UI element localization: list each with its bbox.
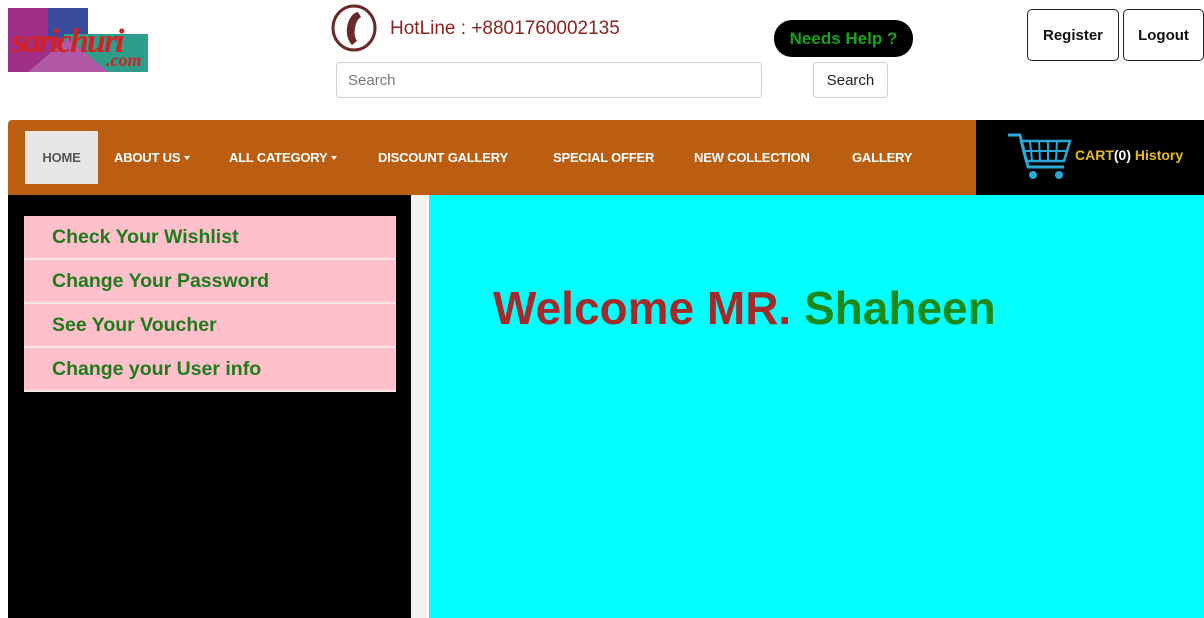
- sidebar: Check Your Wishlist Change Your Password…: [8, 195, 411, 618]
- welcome-prefix: Welcome MR.: [493, 282, 792, 334]
- nav-special-offer[interactable]: SPECIAL OFFER: [553, 131, 654, 184]
- svg-text:.com: .com: [106, 50, 142, 70]
- needs-help-button[interactable]: Needs Help ?: [774, 20, 913, 57]
- search-input[interactable]: [336, 62, 762, 98]
- main-navbar: HOME ABOUT US ALL CATEGORY DISCOUNT GALL…: [8, 120, 976, 195]
- sidebar-item-label: See Your Voucher: [52, 313, 217, 336]
- logo[interactable]: sarichuri .com: [8, 8, 148, 72]
- sidebar-item-wishlist[interactable]: Check Your Wishlist: [24, 216, 396, 260]
- welcome-user-name: Shaheen: [804, 282, 996, 334]
- register-button[interactable]: Register: [1027, 9, 1119, 61]
- nav-new-collection[interactable]: NEW COLLECTION: [694, 131, 810, 184]
- nav-about-us-label: ABOUT US: [114, 150, 181, 165]
- logo-icon: sarichuri .com: [8, 8, 148, 72]
- main-content: Welcome MR. Shaheen: [429, 195, 1204, 618]
- cart-label[interactable]: CART(0) History: [1075, 147, 1183, 163]
- nav-gallery[interactable]: GALLERY: [852, 131, 912, 184]
- nav-special-offer-label: SPECIAL OFFER: [553, 150, 655, 165]
- nav-gallery-label: GALLERY: [852, 150, 913, 165]
- caret-down-icon: [184, 155, 191, 160]
- sidebar-item-change-password[interactable]: Change Your Password: [24, 260, 396, 304]
- hotline-text: HotLine : +8801760002135: [390, 18, 620, 39]
- nav-discount-gallery[interactable]: DISCOUNT GALLERY: [378, 131, 508, 184]
- cart-text: CART: [1075, 147, 1114, 163]
- welcome-heading: Welcome MR. Shaheen: [493, 281, 996, 335]
- sidebar-item-label: Change Your Password: [52, 269, 270, 292]
- nav-new-collection-label: NEW COLLECTION: [694, 150, 810, 165]
- nav-home-label: HOME: [42, 150, 81, 165]
- cart-area[interactable]: CART(0) History: [976, 120, 1204, 195]
- sidebar-item-user-info[interactable]: Change your User info: [24, 348, 396, 392]
- caret-down-icon: [331, 155, 338, 160]
- logout-button[interactable]: Logout: [1123, 9, 1204, 61]
- cart-icon: [1006, 131, 1072, 183]
- sidebar-item-label: Check Your Wishlist: [52, 225, 239, 248]
- phone-icon: [330, 4, 378, 52]
- nav-discount-gallery-label: DISCOUNT GALLERY: [378, 150, 508, 165]
- cart-history-link[interactable]: History: [1135, 147, 1183, 163]
- nav-all-category[interactable]: ALL CATEGORY: [229, 131, 338, 184]
- sidebar-item-label: Change your User info: [52, 357, 262, 380]
- account-menu: Check Your Wishlist Change Your Password…: [24, 216, 396, 392]
- nav-home[interactable]: HOME: [25, 131, 98, 184]
- nav-all-category-label: ALL CATEGORY: [229, 150, 328, 165]
- sidebar-item-voucher[interactable]: See Your Voucher: [24, 304, 396, 348]
- search-button[interactable]: Search: [813, 62, 888, 98]
- nav-about-us[interactable]: ABOUT US: [114, 131, 191, 184]
- column-divider: [411, 195, 427, 618]
- cart-count: (0): [1113, 147, 1132, 163]
